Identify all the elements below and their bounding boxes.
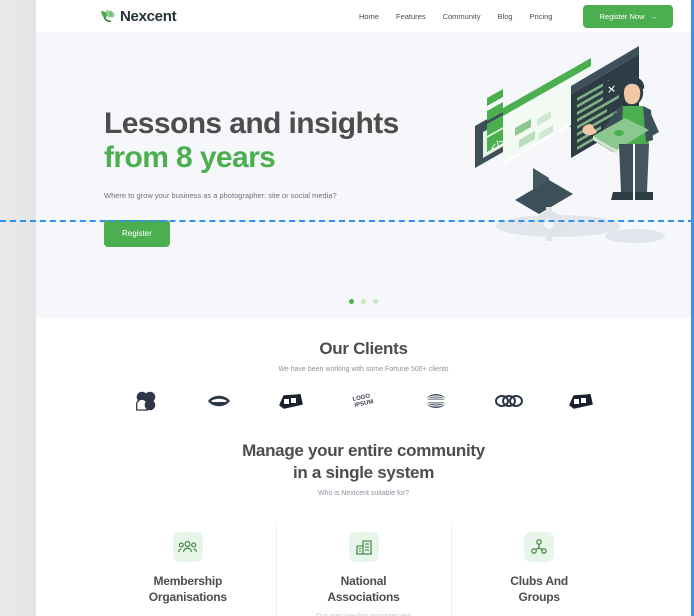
- hero-section: Lessons and insights from 8 years Where …: [36, 32, 691, 318]
- client-logo-box-2: [566, 390, 596, 412]
- clients-section: Our Clients We have been working with so…: [36, 318, 691, 413]
- main-nav: Home Features Community Blog Pricing Reg…: [359, 4, 673, 28]
- client-logo-lens: [204, 390, 234, 412]
- carousel-dot-1[interactable]: [349, 299, 354, 304]
- card-title-line1: Clubs And: [510, 573, 569, 588]
- card-title-line2: Associations: [327, 589, 400, 604]
- clients-title: Our Clients: [319, 339, 408, 358]
- client-logo-scribble: LOGO IPSUM: [349, 390, 379, 412]
- client-logo-chain: [494, 390, 524, 412]
- client-logo-box: [276, 390, 306, 412]
- card-title-line2: Groups: [518, 589, 560, 604]
- client-logo-clover: [131, 390, 161, 412]
- card-title: Membership Organisations: [110, 573, 266, 605]
- community-title-line2: in a single system: [292, 462, 435, 482]
- community-section: Manage your entire community in a single…: [36, 412, 691, 616]
- site-header: Nexcent Home Features Community Blog Pri…: [36, 0, 691, 32]
- register-now-button[interactable]: Register Now →: [583, 4, 673, 28]
- hero-carousel-dots[interactable]: [36, 299, 691, 304]
- left-gutter: [0, 0, 36, 616]
- card-title-line1: Membership: [153, 573, 223, 588]
- card-title: National Associations: [286, 573, 442, 605]
- card-title-line1: National: [340, 573, 387, 588]
- brand-name: Nexcent: [120, 7, 177, 25]
- register-now-label: Register Now: [599, 11, 645, 21]
- group-people-icon: [172, 531, 203, 562]
- client-logo-globe: [421, 390, 451, 412]
- nav-item-pricing[interactable]: Pricing: [530, 12, 553, 21]
- hero-title-line1: Lessons and insights: [104, 107, 399, 140]
- card-title: Clubs And Groups: [461, 573, 617, 605]
- hero-title-line2: from 8 years: [104, 140, 276, 174]
- screenshot-viewport: Nexcent Home Features Community Blog Pri…: [0, 0, 694, 616]
- web-page: Nexcent Home Features Community Blog Pri…: [36, 0, 691, 616]
- arrow-right-icon: →: [649, 11, 658, 21]
- nav-item-features[interactable]: Features: [396, 12, 426, 21]
- hero-copy: Lessons and insights from 8 years Where …: [104, 107, 404, 248]
- hero-register-button[interactable]: Register: [104, 220, 170, 248]
- building-icon: [348, 531, 379, 562]
- svg-text:✕: ✕: [607, 83, 616, 97]
- carousel-dot-2[interactable]: [361, 299, 366, 304]
- card-national-associations[interactable]: National Associations Our membership man…: [275, 518, 452, 616]
- carousel-dot-3[interactable]: [373, 299, 378, 304]
- nav-item-community[interactable]: Community: [443, 12, 481, 21]
- hero-illustration: </> ✕: [475, 46, 665, 243]
- brand-logo[interactable]: Nexcent: [100, 7, 177, 25]
- card-membership-organisations[interactable]: Membership Organisations: [100, 518, 276, 616]
- community-cards: Membership Organisations National Associ…: [36, 518, 691, 616]
- hero-subtitle: Where to grow your business as a photogr…: [104, 190, 337, 200]
- card-description: Our membership management: [286, 612, 442, 616]
- card-title-line2: Organisations: [148, 589, 227, 604]
- leaf-logo-icon: [101, 9, 115, 22]
- client-logo-row: LOGO IPSUM: [36, 373, 691, 412]
- card-clubs-and-groups[interactable]: Clubs And Groups: [451, 518, 627, 616]
- network-nodes-icon: [524, 531, 555, 562]
- community-title-line1: Manage your entire community: [242, 441, 485, 461]
- clients-subtitle: We have been working with some Fortune 5…: [278, 366, 449, 374]
- nav-item-blog[interactable]: Blog: [498, 12, 513, 21]
- hero-title: Lessons and insights from 8 years: [104, 107, 404, 175]
- community-subtitle: Who is Nextcent suitable for?: [317, 489, 410, 497]
- community-title: Manage your entire community in a single…: [36, 440, 691, 483]
- nav-item-home[interactable]: Home: [359, 12, 379, 21]
